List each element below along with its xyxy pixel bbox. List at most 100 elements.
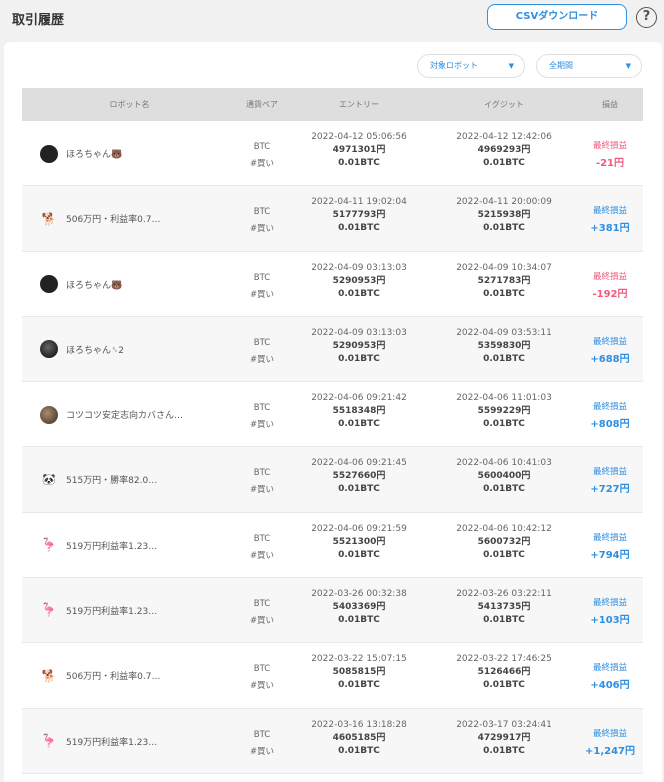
profit-loss-value: +808円 [590,419,630,431]
period-filter-select[interactable]: 全期間 ▼ [536,54,642,78]
profit-loss-value: +1,247円 [584,745,635,757]
entry-price: 5290953円 [332,275,386,286]
exit-time: 2022-03-22 17:46:25 [456,654,552,665]
table-row[interactable]: 🦩 519万円利益率1.23… BTC #買い 2022-03-26 00:32:38 5… [22,578,643,644]
robot-filter-select[interactable]: 対象ロボット ▼ [417,54,525,78]
exit-quantity: 0.01BTC [483,158,525,168]
table-row[interactable]: 🐕 506万円・利益率0.7… BTC #買い 2022-03-22 15:07:15 5… [22,643,643,709]
robot-name[interactable]: 519万円利益率1.23… [66,735,157,748]
entry-price: 5403369円 [332,602,386,613]
exit-time: 2022-03-26 03:22:11 [456,589,552,600]
pair-symbol: BTC [253,533,271,544]
exit-quantity: 0.01BTC [483,353,525,364]
entry-time: 2022-03-26 00:32:38 [311,589,407,600]
robot-name[interactable]: ほろちゃん🐻 [66,278,122,291]
entry-price: 5518348円 [332,406,386,417]
table-row[interactable]: ほろちゃん🐻 BTC #買い 2022-04-09 03:13:03 5290953円 0… [22,252,643,317]
pair-symbol: BTC [253,403,271,414]
robot-avatar [40,405,58,424]
robot-avatar: 🦩 [40,537,58,553]
table-row[interactable]: コツコツ安定志向カバさん… BTC #買い 2022-04-06 09:21:42 55… [22,382,643,448]
exit-cell: 2022-03-17 03:24:41 4729917円 0.01BTC [431,709,577,774]
entry-price: 5527660円 [332,471,386,482]
help-icon[interactable]: ? [636,7,657,28]
exit-price: 5215938円 [477,210,531,221]
entry-time: 2022-04-06 09:21:45 [311,458,407,469]
robot-avatar: 🦩 [40,603,58,619]
robot-cell: ほろちゃん␈2 [22,317,237,382]
entry-quantity: 0.01BTC [338,223,380,234]
csv-download-button[interactable]: CSVダウンロード [487,4,627,30]
robot-avatar: 🐼 [42,473,56,487]
robot-cell: 🐕 506万円・利益率0.7… [22,186,237,251]
pair-symbol: BTC [253,468,271,479]
robot-name[interactable]: ほろちゃん␈2 [66,343,124,356]
exit-time: 2022-03-17 03:24:41 [456,719,552,730]
table-row[interactable]: ほろちゃん␈2 BTC #買い 2022-04-09 03:13:03 5290953円… [22,316,643,383]
exit-quantity: 0.01BTC [483,680,525,691]
profit-loss-value: +727円 [590,484,630,496]
pair-cell: BTC #買い [237,578,287,643]
pair-symbol: BTC [253,337,271,348]
table-row[interactable]: 🐕 506万円・利益率0.7… BTC #買い 2022-04-11 19:02:04 5… [22,186,643,252]
robot-name[interactable]: ほろちゃん🐻 [66,147,122,160]
exit-cell: 2022-04-12 12:42:06 4969293円 0.01BTC [431,121,577,186]
entry-cell: 2022-04-11 19:02:04 5177793円 0.01BTC [287,186,431,251]
pair-cell: BTC #買い [237,252,287,317]
profit-loss-cell: 最終損益 +688円 [577,317,643,382]
profit-loss-cell: 最終損益 +727円 [577,447,643,512]
robot-name[interactable]: 519万円利益率1.23… [66,604,157,617]
profit-loss-cell: 最終損益 -192円 [577,252,643,317]
table-row[interactable]: 🦩 519万円利益率1.23… BTC #買い 2022-03-16 13:18:28 4… [22,708,643,774]
robot-name[interactable]: 515万円・勝率82.0… [66,473,157,486]
page-title: 取引履歴 [12,13,65,28]
entry-time: 2022-03-16 13:18:28 [311,719,407,730]
robot-name[interactable]: 519万円利益率1.23… [66,539,157,552]
exit-price: 5359830円 [477,340,531,351]
pair-cell: BTC #買い [237,317,287,382]
entry-time: 2022-04-09 03:13:03 [311,327,407,338]
entry-price: 5290953円 [332,340,386,351]
profit-loss-cell: 最終損益 +103円 [577,578,643,643]
profit-loss-cell: 最終損益 +794円 [577,513,643,578]
exit-price: 4969293円 [477,145,531,155]
exit-cell: 2022-03-26 03:22:11 5413735円 0.01BTC [431,578,577,643]
entry-quantity: 0.01BTC [338,745,380,756]
entry-price: 5521300円 [332,536,386,547]
entry-price: 5085815円 [332,667,386,678]
pair-cell: BTC #買い [237,513,287,578]
trade-side: #買い [249,616,275,627]
entry-quantity: 0.01BTC [338,484,380,495]
pair-cell: BTC #買い [237,709,287,774]
robot-name[interactable]: 506万円・利益率0.7… [66,669,161,682]
trade-side: #買い [249,289,275,300]
exit-quantity: 0.01BTC [483,484,525,495]
exit-cell: 2022-04-06 10:41:03 5600400円 0.01BTC [431,447,577,512]
pair-cell: BTC #買い [237,186,287,251]
trade-side: #買い [249,550,275,561]
exit-price: 5126466円 [477,667,531,678]
robot-avatar: 🐕 [41,668,57,683]
profit-loss-label: 最終損益 [592,206,627,217]
exit-price: 4729917円 [477,732,531,743]
period-filter-label: 全期間 [549,61,573,70]
entry-time: 2022-04-06 09:21:59 [311,523,407,534]
exit-cell: 2022-04-11 20:00:09 5215938円 0.01BTC [431,186,577,251]
profit-loss-label: 最終損益 [592,402,627,413]
robot-name[interactable]: コツコツ安定志向カバさん… [66,408,183,421]
pair-symbol: BTC [253,207,271,218]
trade-side: #買い [249,746,275,757]
exit-quantity: 0.01BTC [483,615,525,626]
table-row[interactable]: 🐼 515万円・勝率82.0… BTC #買い 2022-04-06 09:21:45 5… [22,447,643,513]
trade-history-panel: 対象ロボット ▼ 全期間 ▼ ロボット名 通貨ペア エントリー イグジット 損益… [4,42,662,782]
entry-time: 2022-04-11 19:02:04 [311,197,407,208]
robot-name[interactable]: 506万円・利益率0.7… [66,212,161,225]
robot-cell: 🐕 506万円・利益率0.7… [22,643,237,708]
table-row[interactable]: 🦩 519万円利益率1.23… BTC #買い 2022-04-06 09:21:59 5… [22,513,643,579]
profit-loss-cell: 最終損益 +808円 [577,382,643,447]
table-row[interactable]: ほろちゃん🐻 BTC #買い 2022-04-12 05:06:56 4971301円 0… [22,121,643,187]
robot-filter-label: 対象ロボット [430,61,478,70]
robot-cell: 🦩 519万円利益率1.23… [22,578,237,643]
entry-time: 2022-03-22 15:07:15 [311,654,407,665]
chevron-down-icon: ▼ [625,62,631,70]
